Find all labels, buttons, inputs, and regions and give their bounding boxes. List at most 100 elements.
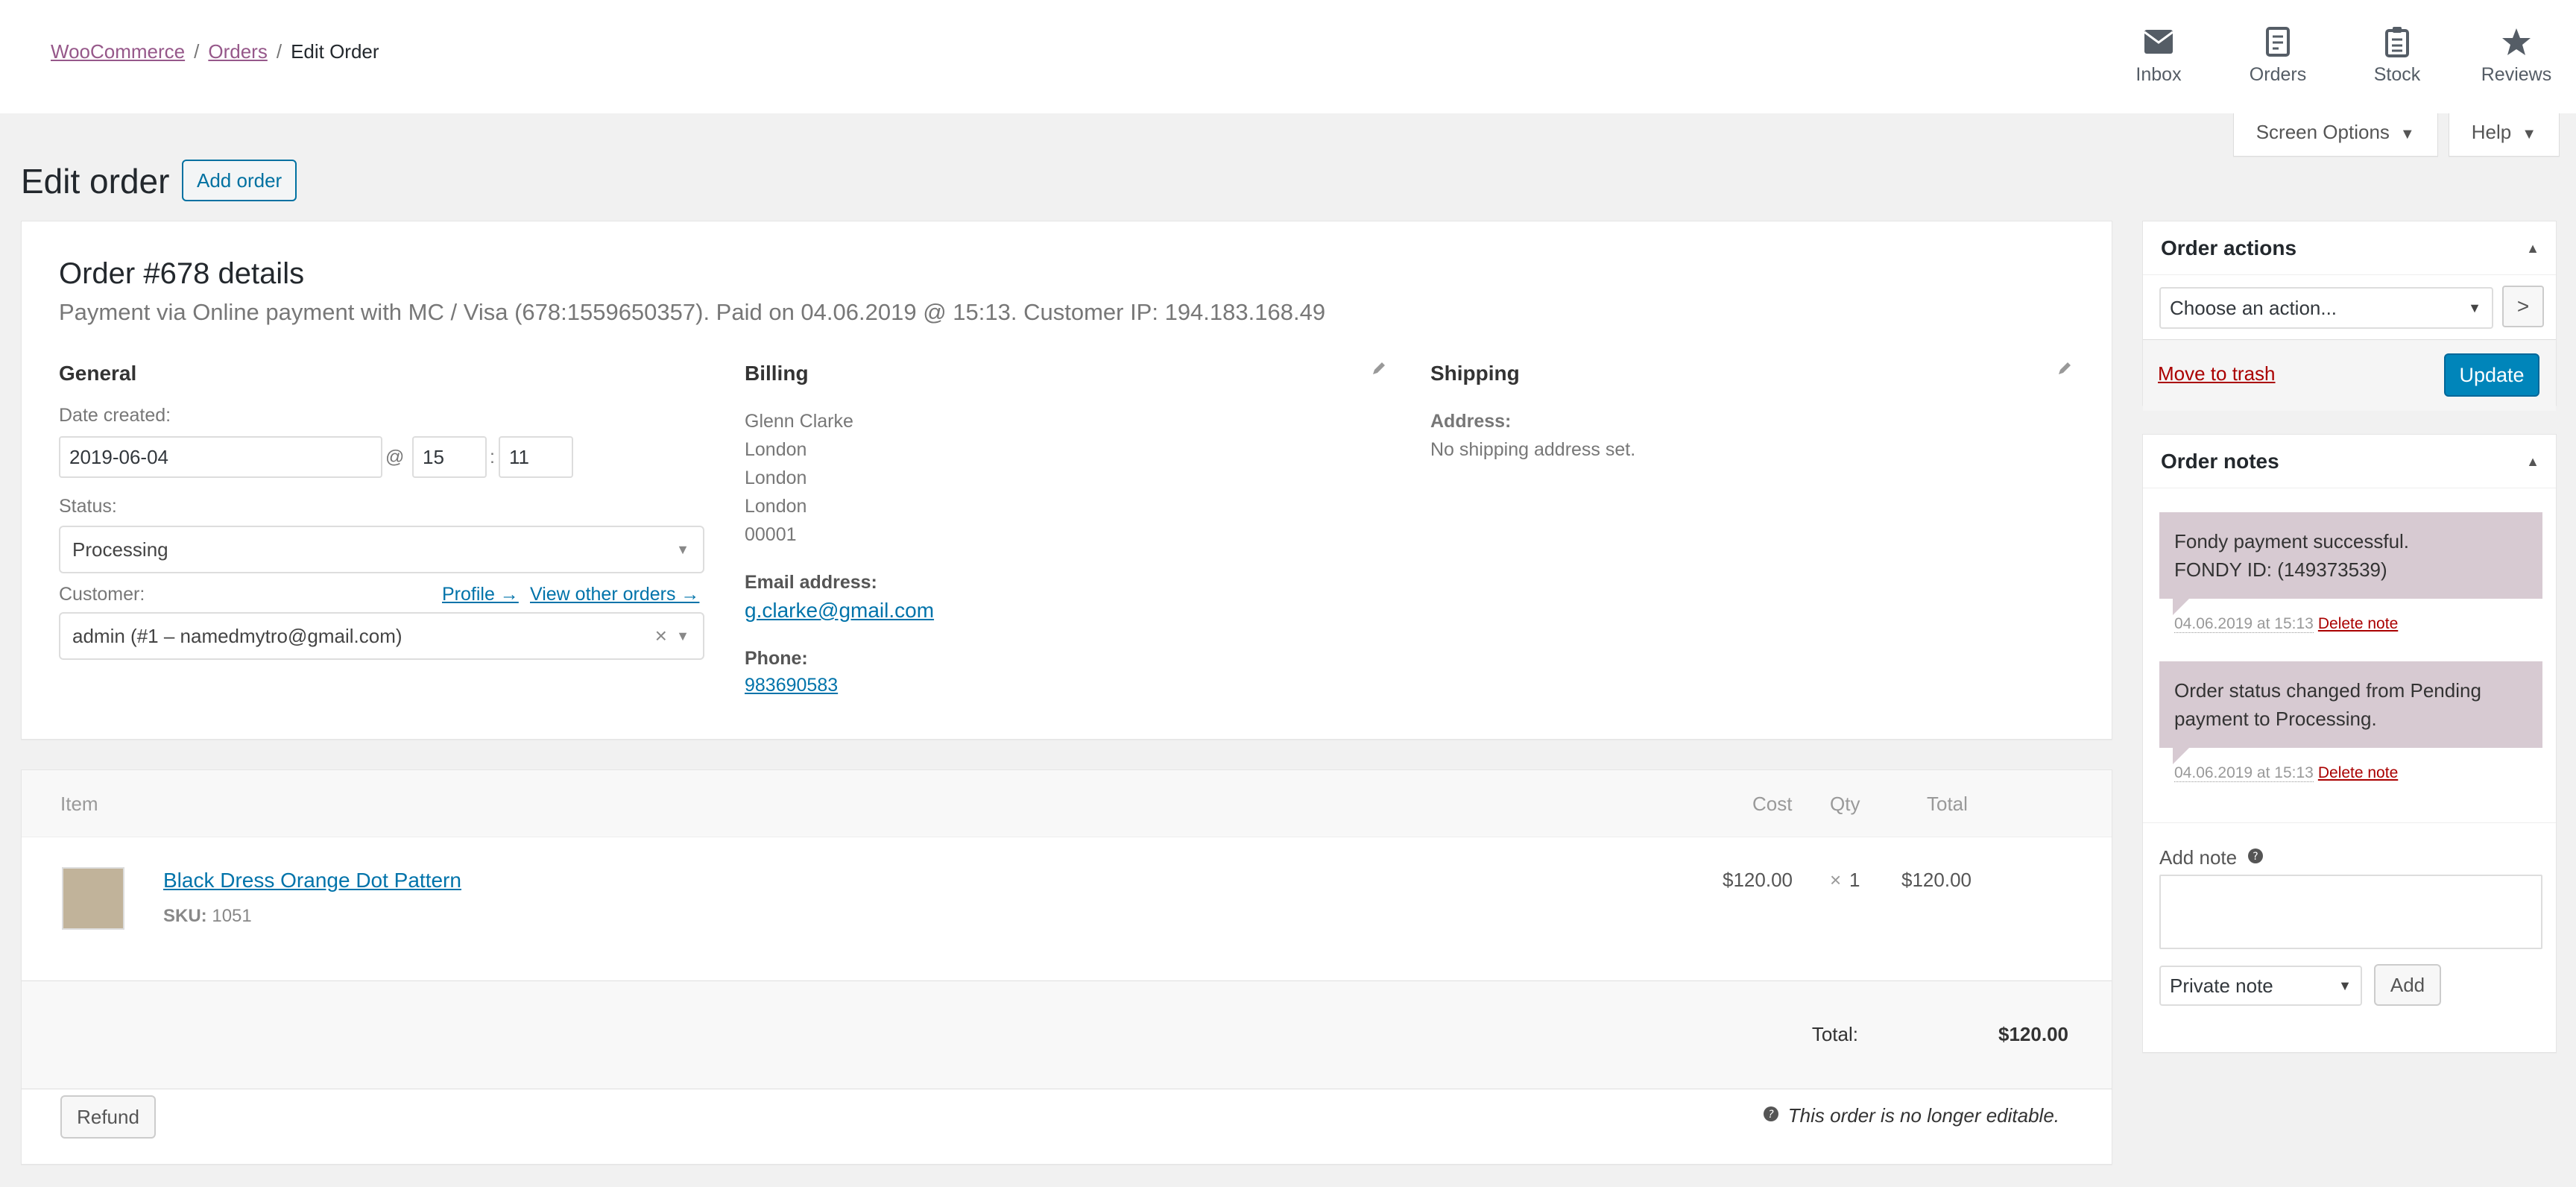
collapse-icon[interactable]: ▲ <box>2526 454 2539 470</box>
breadcrumb-orders-link[interactable]: Orders <box>208 40 267 63</box>
page-title: Edit order <box>21 162 170 201</box>
at-label: @ <box>385 447 405 467</box>
screen-options-button[interactable]: Screen Options ▼ <box>2232 113 2438 157</box>
order-actions-title: Order actions <box>2161 236 2297 259</box>
screen-meta-links: Screen Options ▼ Help ▼ <box>2232 113 2560 157</box>
top-header: WooCommerce / Orders / Edit Order Inbox Orde… <box>0 0 2576 113</box>
clear-icon[interactable]: × <box>655 614 667 658</box>
apply-action-button[interactable]: > <box>2502 286 2544 327</box>
item-cost: $120.00 <box>1723 869 1793 891</box>
shipping-address-label: Address: <box>1430 411 1512 432</box>
customer-select[interactable]: admin (#1 – namedmytro@gmail.com) × ▼ <box>59 612 704 660</box>
nav-reviews[interactable]: Reviews <box>2457 24 2576 86</box>
not-editable-text: This order is no longer editable. <box>1787 1104 2059 1127</box>
nav-stock-label: Stock <box>2373 64 2421 85</box>
product-name-link[interactable]: Black Dress Orange Dot Pattern <box>163 869 461 892</box>
svg-text:?: ? <box>2253 851 2258 863</box>
edit-billing-icon[interactable] <box>1371 360 1387 380</box>
svg-text:?: ? <box>1768 1109 1774 1121</box>
billing-line: London <box>745 496 807 517</box>
qty-times: × <box>1830 869 1842 891</box>
breadcrumb-woocommerce-link[interactable]: WooCommerce <box>51 40 185 63</box>
sku-label: SKU: <box>163 906 207 926</box>
order-notes-title: Order notes <box>2161 450 2279 473</box>
help-button[interactable]: Help ▼ <box>2448 113 2560 157</box>
delete-note-link[interactable]: Delete note <box>2318 615 2398 632</box>
date-created-input[interactable]: 2019-06-04 <box>59 436 382 478</box>
not-editable-notice: ? This order is no longer editable. <box>1763 1104 2059 1127</box>
customer-profile-link[interactable]: Profile → <box>442 584 519 605</box>
nav-orders[interactable]: Orders <box>2218 24 2337 86</box>
inbox-icon <box>2144 24 2174 60</box>
note-text-line: Order status changed from Pending <box>2174 679 2481 702</box>
billing-title: Billing <box>745 362 809 385</box>
order-action-select[interactable]: Choose an action... ▼ <box>2159 287 2493 329</box>
billing-line: London <box>745 439 807 460</box>
minute-input[interactable]: 11 <box>499 436 573 478</box>
caret-down-icon: ▼ <box>2338 978 2352 993</box>
billing-line: London <box>745 467 807 488</box>
delete-note-link[interactable]: Delete note <box>2318 764 2398 781</box>
phone-label: Phone: <box>745 648 808 669</box>
col-qty: Qty <box>1830 793 1860 815</box>
note-text-line: Fondy payment successful. <box>2174 530 2410 552</box>
caret-down-icon: ▼ <box>2522 126 2536 142</box>
date-created-label: Date created: <box>59 405 171 426</box>
add-order-button[interactable]: Add order <box>182 160 297 201</box>
note-type-select[interactable]: Private note ▼ <box>2159 966 2362 1006</box>
note-item: Fondy payment successful. FONDY ID: (149… <box>2159 512 2542 599</box>
note-tail <box>2173 599 2189 615</box>
order-data-panel: Order #678 details Payment via Online pa… <box>21 221 2112 740</box>
shipping-address-value: No shipping address set. <box>1430 439 1636 460</box>
edit-shipping-icon[interactable] <box>2056 360 2073 380</box>
order-actions-header[interactable]: Order actions ▲ <box>2143 221 2556 275</box>
customer-label: Customer: <box>59 584 145 605</box>
order-actions-box: Order actions ▲ Choose an action... ▼ > … <box>2142 221 2557 411</box>
nav-inbox[interactable]: Inbox <box>2099 24 2218 86</box>
status-select[interactable]: Processing ▼ <box>59 526 704 573</box>
screen-options-label: Screen Options <box>2255 121 2390 143</box>
update-button[interactable]: Update <box>2444 353 2539 397</box>
email-label: Email address: <box>745 572 877 593</box>
stock-icon <box>2385 24 2409 60</box>
billing-email-link[interactable]: g.clarke@gmail.com <box>745 599 934 623</box>
divider <box>2143 822 2556 823</box>
note-text-line: FONDY ID: (149373539) <box>2174 558 2387 581</box>
note-tail <box>2173 748 2189 764</box>
table-row: Black Dress Orange Dot Pattern SKU: 1051… <box>22 837 2112 980</box>
help-label: Help <box>2471 121 2512 143</box>
product-thumbnail <box>62 867 124 930</box>
view-other-orders-link[interactable]: View other orders → <box>530 584 699 605</box>
product-sku: SKU: 1051 <box>163 906 252 927</box>
order-totals: Total: $120.00 <box>22 980 2112 1089</box>
note-meta: 04.06.2019 at 15:13 Delete note <box>2174 764 2398 782</box>
billing-line: 00001 <box>745 524 797 545</box>
nav-orders-label: Orders <box>2249 64 2307 85</box>
total-value: $120.00 <box>1998 1023 2068 1045</box>
item-total: $120.00 <box>1901 869 1972 891</box>
caret-down-icon: ▼ <box>2399 126 2415 142</box>
note-meta: 04.06.2019 at 15:13 Delete note <box>2174 615 2398 633</box>
nav-stock[interactable]: Stock <box>2337 24 2457 86</box>
breadcrumb-separator: / <box>194 40 200 63</box>
order-notes-header[interactable]: Order notes ▲ <box>2143 435 2556 488</box>
col-total: Total <box>1927 793 1968 815</box>
order-heading: Order #678 details <box>59 257 305 290</box>
help-tip-icon: ? <box>1763 1104 1779 1127</box>
breadcrumb: WooCommerce / Orders / Edit Order <box>51 40 379 63</box>
move-to-trash-link[interactable]: Move to trash <box>2158 362 2276 385</box>
billing-phone-link[interactable]: 983690583 <box>745 675 838 696</box>
refund-button[interactable]: Refund <box>60 1095 156 1139</box>
help-tip-icon[interactable]: ? <box>2247 846 2264 869</box>
note-date: 04.06.2019 at 15:13 <box>2174 764 2314 782</box>
hour-input[interactable]: 15 <box>412 436 487 478</box>
order-payment-meta: Payment via Online payment with MC / Vis… <box>59 299 1326 325</box>
breadcrumb-separator: / <box>276 40 282 63</box>
add-note-button[interactable]: Add <box>2374 964 2441 1006</box>
nav-inbox-label: Inbox <box>2135 64 2182 85</box>
shipping-title: Shipping <box>1430 362 1520 385</box>
item-qty: 1 <box>1849 869 1860 891</box>
collapse-icon[interactable]: ▲ <box>2526 241 2539 256</box>
col-cost: Cost <box>1752 793 1793 815</box>
add-note-textarea[interactable] <box>2159 875 2542 949</box>
